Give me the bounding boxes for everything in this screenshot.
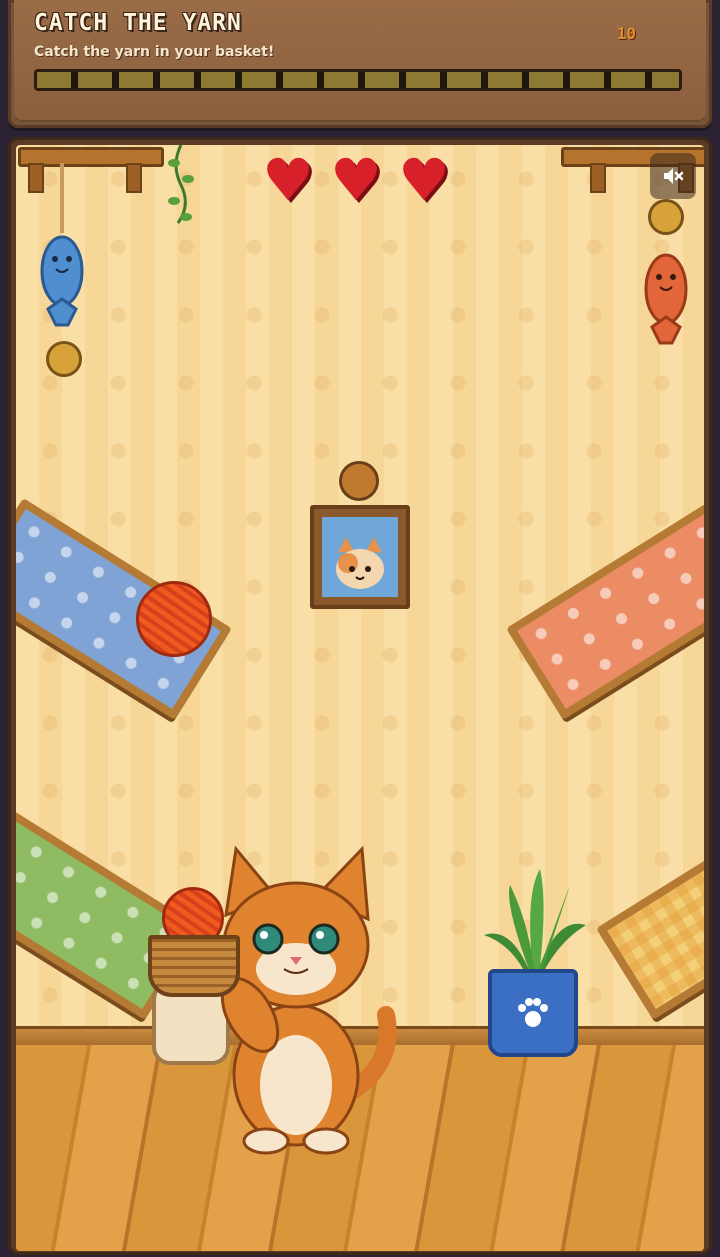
- hud-panel: CATCH THE YARN Catch the yarn in your ba…: [8, 0, 712, 128]
- rope: [60, 163, 64, 233]
- hammock-checkered: [596, 798, 704, 1020]
- cat-face-icon: [336, 537, 384, 589]
- heart-icon: ♥: [330, 146, 382, 214]
- blue-fish-toy-icon: [40, 235, 84, 327]
- bell-icon: [648, 199, 684, 235]
- score-counter: 10: [616, 24, 636, 43]
- heart-icon: ♥: [398, 146, 450, 214]
- hud-inner: CATCH THE YARN Catch the yarn in your ba…: [14, 0, 706, 122]
- yarn-basket: [148, 935, 240, 997]
- mute-button[interactable]: [650, 153, 696, 199]
- paw-print-icon: [518, 998, 548, 1027]
- lives-display: ♥ ♥ ♥: [262, 151, 450, 209]
- orange-fish-toy-icon: [644, 253, 688, 345]
- shelf-bracket: [126, 163, 142, 193]
- shelf-bracket: [590, 163, 606, 193]
- game-stage[interactable]: ♥ ♥ ♥: [16, 145, 704, 1251]
- hammock-coral: [506, 498, 704, 720]
- vine-icon: [168, 145, 194, 224]
- cat-portrait: [310, 505, 410, 609]
- bell-icon: [46, 341, 82, 377]
- progress-bar: [34, 69, 682, 91]
- cat-portrait-image: [322, 517, 398, 597]
- plant-leaves-icon: [484, 869, 586, 983]
- shelf-bracket: [28, 163, 44, 193]
- heart-icon: ♥: [262, 146, 314, 214]
- progress-bar-fill: [37, 72, 679, 88]
- paw-hook-icon: [339, 461, 379, 501]
- yarn-ball: [136, 581, 212, 657]
- game-frame: ♥ ♥ ♥: [8, 137, 712, 1255]
- game-title: CATCH THE YARN: [34, 10, 242, 36]
- flower-pot: [488, 969, 578, 1057]
- speaker-muted-icon: [664, 168, 684, 184]
- game-instructions: Catch the yarn in your basket!: [34, 44, 275, 60]
